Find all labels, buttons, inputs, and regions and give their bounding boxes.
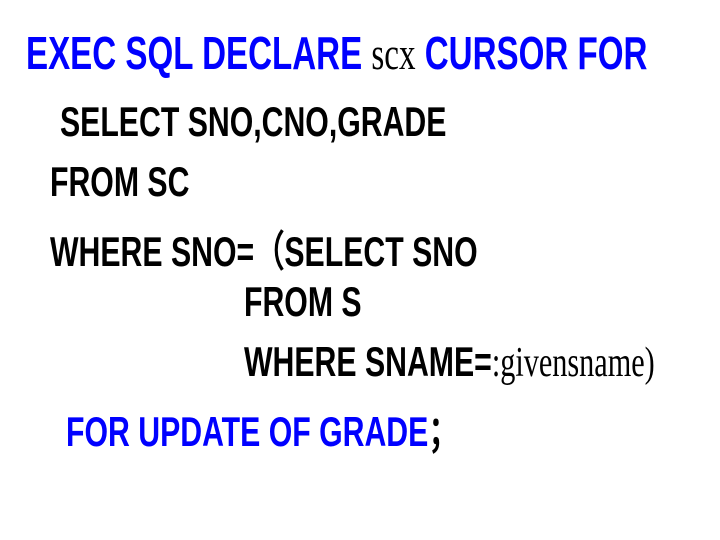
host-variable: :givensname) — [492, 340, 655, 386]
declare-keyword: EXEC SQL DECLARE — [26, 27, 371, 79]
for-update: FOR UPDATE OF GRADE — [66, 408, 428, 455]
cursor-for: CURSOR FOR — [416, 27, 648, 79]
code-line-3: FROM SC — [50, 158, 189, 206]
code-line-4: WHERE SNO=（SELECT SNO — [50, 218, 478, 279]
code-line-2: SELECT SNO,CNO,GRADE — [60, 98, 446, 146]
code-line-7: FOR UPDATE OF GRADE； — [66, 398, 459, 459]
cursor-name: scx — [371, 28, 415, 79]
code-line-6: WHERE SNAME=:givensname) — [244, 338, 655, 387]
where-sname: WHERE SNAME= — [244, 338, 492, 385]
semicolon: ； — [428, 408, 458, 455]
code-line-1: EXEC SQL DECLARE scx CURSOR FOR — [26, 26, 647, 80]
code-line-5: FROM S — [244, 278, 362, 326]
slide: EXEC SQL DECLARE scx CURSOR FOR SELECT S… — [0, 0, 720, 540]
